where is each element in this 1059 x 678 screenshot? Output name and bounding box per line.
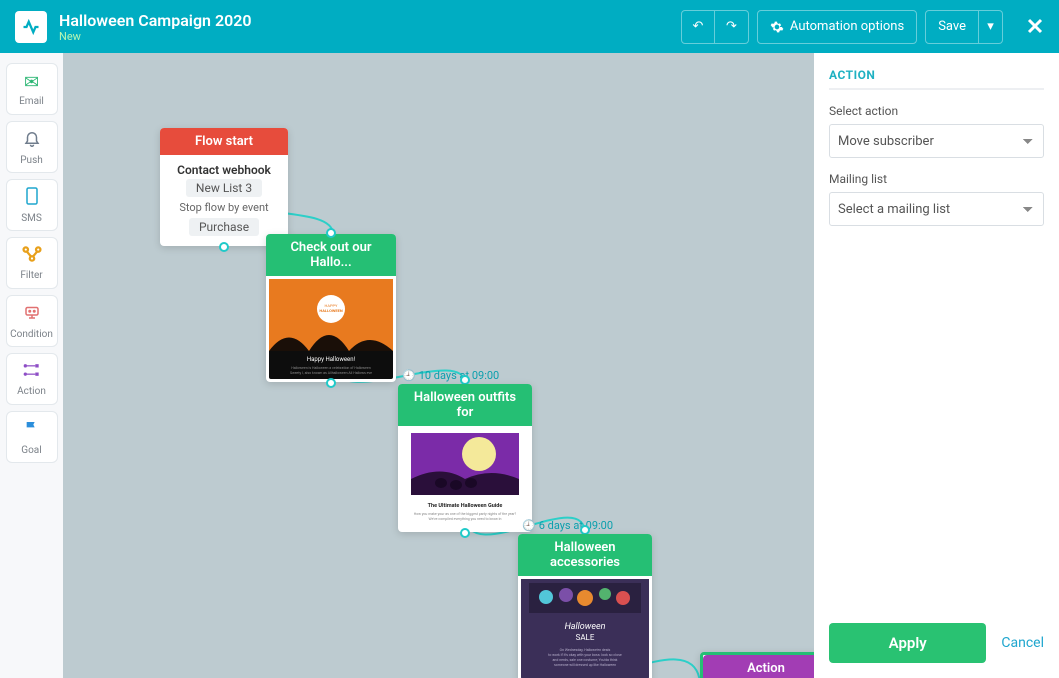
cancel-link[interactable]: Cancel xyxy=(1001,635,1044,651)
flow-start-node[interactable]: Flow start Contact webhook New List 3 St… xyxy=(160,128,288,246)
tool-action[interactable]: Action xyxy=(6,353,58,405)
save-group: Save ▾ xyxy=(925,10,1003,44)
svg-text:The Ultimate Halloween Guide: The Ultimate Halloween Guide xyxy=(428,503,503,509)
connector-dot[interactable] xyxy=(219,242,229,252)
svg-text:and nerds, sale one costume; Y: and nerds, sale one costume; You'da thin… xyxy=(553,658,618,662)
svg-text:SALE: SALE xyxy=(576,633,595,642)
svg-text:Halloween is Halloween a celeb: Halloween is Halloween a celebration of … xyxy=(291,366,370,370)
gear-icon xyxy=(770,20,784,34)
thumbnail-image: Halloween SALE On Wednesday, Hallowe'en … xyxy=(521,579,649,678)
delay-label-1: 🕘10 days at 09:00 xyxy=(402,369,499,382)
clock-icon: 🕘 xyxy=(522,519,536,532)
bell-icon xyxy=(23,129,41,152)
mailing-list-label: Mailing list xyxy=(829,172,1044,186)
filter-icon xyxy=(21,246,43,267)
delay-label-2: 🕘6 days at 09:00 xyxy=(522,519,613,532)
clock-icon: 🕘 xyxy=(402,369,416,382)
tool-sms[interactable]: SMS xyxy=(6,179,58,231)
email-thumbnail: Halloween SALE On Wednesday, Hallowe'en … xyxy=(518,576,652,678)
email-node-1[interactable]: Check out our Hallo... HAPPY HALLOWEEN H… xyxy=(266,234,396,382)
node-header: Halloween accessories xyxy=(518,534,652,576)
automation-options-button[interactable]: Automation options xyxy=(757,10,917,44)
connector-dot[interactable] xyxy=(460,528,470,538)
sidebar-footer: Apply Cancel xyxy=(814,608,1059,678)
email-node-3[interactable]: Halloween accessories Halloween SALE On … xyxy=(518,534,652,678)
status-label: New xyxy=(59,30,681,43)
title-block: Halloween Campaign 2020 New xyxy=(59,11,681,43)
flow-canvas[interactable]: Flow start Contact webhook New List 3 St… xyxy=(63,53,814,678)
app-logo xyxy=(15,11,47,43)
flag-icon xyxy=(24,419,40,442)
thumbnail-image: The Ultimate Halloween Guide How you mak… xyxy=(401,429,529,529)
svg-text:We've compiled everything you: We've compiled everything you need to kn… xyxy=(429,517,502,521)
email-icon: ✉ xyxy=(24,72,39,93)
tool-email[interactable]: ✉ Email xyxy=(6,63,58,115)
properties-sidebar: ACTION Select action Move subscriber Mai… xyxy=(814,53,1059,678)
action-icon xyxy=(22,362,42,383)
node-header: Halloween outfits for xyxy=(398,384,532,426)
condition-icon xyxy=(23,303,41,326)
redo-button[interactable]: ↷ xyxy=(715,10,749,44)
connector-dot[interactable] xyxy=(326,228,336,238)
select-action-label: Select action xyxy=(829,104,1044,118)
header-bar: Halloween Campaign 2020 New ↶ ↷ Automati… xyxy=(0,0,1059,53)
node-header: Check out our Hallo... xyxy=(266,234,396,276)
node-header: Action xyxy=(703,655,814,678)
pulse-icon xyxy=(22,18,40,36)
mailing-list-dropdown[interactable]: Select a mailing list xyxy=(829,192,1044,226)
node-body: Contact webhook New List 3 Stop flow by … xyxy=(160,155,288,246)
svg-text:someone will dressed up like H: someone will dressed up like Halloween xyxy=(554,663,616,667)
action-node[interactable]: × Action Move subscriber xyxy=(700,652,814,678)
redo-icon: ↷ xyxy=(726,19,737,34)
save-dropdown-button[interactable]: ▾ xyxy=(979,10,1003,44)
email-thumbnail: HAPPY HALLOWEEN Happy Halloween! Hallowe… xyxy=(266,276,396,382)
tool-condition[interactable]: Condition xyxy=(6,295,58,347)
svg-text:Sweety I, also known as Allhal: Sweety I, also known as Allhalloween All… xyxy=(290,371,372,375)
close-button[interactable] xyxy=(1026,13,1044,41)
tool-goal[interactable]: Goal xyxy=(6,411,58,463)
node-header: Flow start xyxy=(160,128,288,155)
svg-text:How you make your as one of th: How you make your as one of the biggest … xyxy=(414,512,517,516)
apply-button[interactable]: Apply xyxy=(829,623,986,663)
thumbnail-image: HAPPY HALLOWEEN Happy Halloween! Hallowe… xyxy=(269,279,393,379)
email-thumbnail: The Ultimate Halloween Guide How you mak… xyxy=(398,426,532,532)
undo-button[interactable]: ↶ xyxy=(681,10,715,44)
svg-text:to work if it's okay with your: to work if it's okay with your boss: loo… xyxy=(548,653,622,657)
tool-push[interactable]: Push xyxy=(6,121,58,173)
connector-dot[interactable] xyxy=(326,378,336,388)
close-icon xyxy=(1026,17,1044,35)
phone-icon xyxy=(25,187,39,210)
svg-text:HALLOWEEN: HALLOWEEN xyxy=(319,308,343,313)
email-node-2[interactable]: Halloween outfits for The Ultimate Hallo… xyxy=(398,384,532,532)
svg-text:On Wednesday, Hallowe'en deals: On Wednesday, Hallowe'en deals xyxy=(560,648,611,652)
caret-down-icon: ▾ xyxy=(987,19,994,34)
page-title: Halloween Campaign 2020 xyxy=(59,11,681,30)
undo-redo-group: ↶ ↷ xyxy=(681,10,749,44)
tool-sidebar: ✉ Email Push SMS Filter Condition Action… xyxy=(0,53,63,678)
select-action-dropdown[interactable]: Move subscriber xyxy=(829,124,1044,158)
save-button[interactable]: Save xyxy=(925,10,979,44)
tool-filter[interactable]: Filter xyxy=(6,237,58,289)
svg-text:Halloween: Halloween xyxy=(565,622,606,632)
undo-icon: ↶ xyxy=(692,19,703,34)
sidebar-heading: ACTION xyxy=(829,68,1044,90)
svg-text:Happy Halloween!: Happy Halloween! xyxy=(307,356,356,363)
